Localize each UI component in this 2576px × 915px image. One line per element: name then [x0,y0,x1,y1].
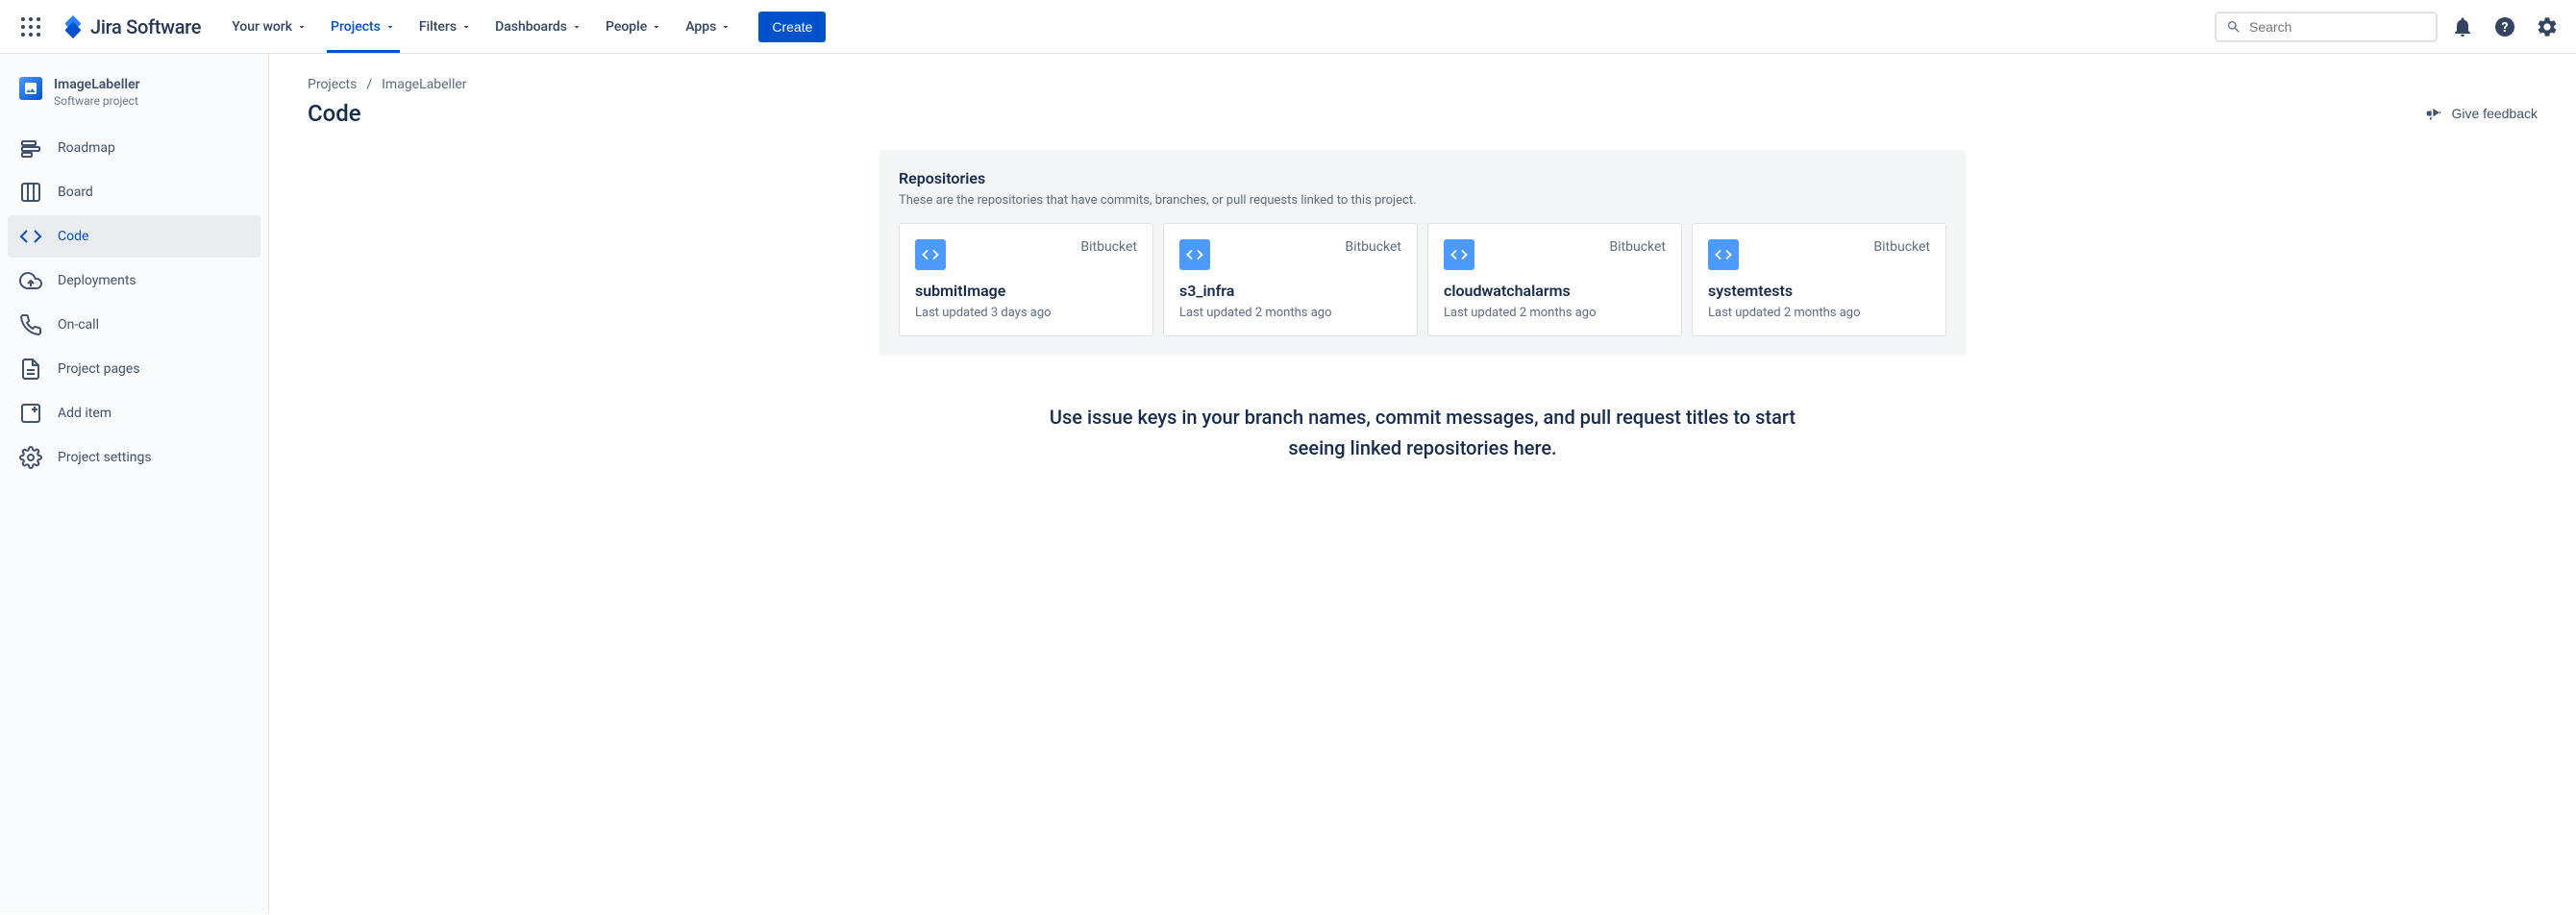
nav-projects[interactable]: Projects [319,0,408,53]
chevron-down-icon [651,21,662,33]
nav-items: Your work Projects Filters Dashboards Pe… [220,0,826,53]
sidebar-item-label: Board [58,185,93,200]
search-box[interactable] [2215,12,2438,42]
jira-logo-icon [62,15,85,38]
repo-name: s3_infra [1179,282,1401,300]
create-button[interactable]: Create [758,12,826,42]
sidebar-item-deployments[interactable]: Deployments [8,260,260,302]
search-input[interactable] [2249,19,2426,35]
search-icon [2226,19,2242,35]
page-header: Code Give feedback [308,100,2538,127]
sidebar-item-board[interactable]: Board [8,171,260,213]
repo-card-header: Bitbucket [1708,239,1930,270]
help-icon[interactable]: ? [2488,10,2522,44]
repo-card-header: Bitbucket [1179,239,1401,270]
breadcrumb-separator: / [366,77,372,92]
app-switcher-icon[interactable] [12,8,50,46]
sidebar-item-label: Project settings [58,450,152,465]
repo-updated: Last updated 2 months ago [1444,306,1666,320]
sidebar-item-label: Code [58,229,88,244]
sidebar-item-oncall[interactable]: On-call [8,304,260,346]
jira-logo-text: Jira Software [90,15,201,38]
sidebar-item-code[interactable]: Code [8,215,260,258]
breadcrumb-current[interactable]: ImageLabeller [382,77,466,92]
project-info: ImageLabeller Software project [54,77,140,108]
feedback-label: Give feedback [2452,106,2539,121]
repo-name: cloudwatchalarms [1444,282,1666,300]
settings-icon [19,446,42,469]
sidebar-item-label: Project pages [58,361,140,377]
info-text: Use issue keys in your branch names, com… [1028,402,1817,463]
project-header: ImageLabeller Software project [8,77,260,127]
settings-icon[interactable] [2530,10,2564,44]
nav-right: ? [2215,10,2564,44]
repo-card-header: Bitbucket [1444,239,1666,270]
oncall-icon [19,313,42,336]
repo-source: Bitbucket [1080,239,1137,255]
deployments-icon [19,269,42,292]
repo-updated: Last updated 2 months ago [1708,306,1930,320]
nav-apps[interactable]: Apps [674,0,743,53]
chevron-down-icon [296,21,308,33]
code-icon [1708,239,1739,270]
board-icon [19,181,42,204]
repositories-grid: Bitbucket submitImage Last updated 3 day… [899,223,1946,336]
project-name: ImageLabeller [54,77,140,92]
code-icon [1444,239,1474,270]
repo-card[interactable]: Bitbucket s3_infra Last updated 2 months… [1163,223,1418,336]
roadmap-icon [19,136,42,160]
chevron-down-icon [384,21,396,33]
sidebar-item-roadmap[interactable]: Roadmap [8,127,260,169]
megaphone-icon [2425,104,2444,123]
top-navigation: Jira Software Your work Projects Filters… [0,0,2576,54]
notifications-icon[interactable] [2445,10,2480,44]
sidebar-item-project-settings[interactable]: Project settings [8,436,260,479]
repositories-title: Repositories [899,169,1946,187]
add-item-icon [19,402,42,425]
sidebar-item-label: Roadmap [58,140,115,156]
repo-source: Bitbucket [1345,239,1401,255]
repo-source: Bitbucket [1873,239,1930,255]
sidebar-nav: Roadmap Board Code Deployments On-call P… [8,127,260,479]
nav-your-work[interactable]: Your work [220,0,319,53]
repo-name: submitImage [915,282,1137,300]
sidebar: ImageLabeller Software project Roadmap B… [0,54,269,914]
main-content: Projects / ImageLabeller Code Give feedb… [269,54,2576,914]
project-type: Software project [54,94,140,108]
repo-card[interactable]: Bitbucket systemtests Last updated 2 mon… [1692,223,1946,336]
project-avatar-icon [19,77,42,100]
nav-people[interactable]: People [594,0,674,53]
repo-card[interactable]: Bitbucket cloudwatchalarms Last updated … [1427,223,1682,336]
repo-name: systemtests [1708,282,1930,300]
repositories-description: These are the repositories that have com… [899,193,1946,208]
repo-updated: Last updated 3 days ago [915,306,1137,320]
repo-source: Bitbucket [1609,239,1666,255]
code-icon [915,239,946,270]
give-feedback-button[interactable]: Give feedback [2425,104,2539,123]
layout: ImageLabeller Software project Roadmap B… [0,54,2576,914]
sidebar-item-label: Add item [58,406,111,421]
page-title: Code [308,100,361,127]
sidebar-item-add-item[interactable]: Add item [8,392,260,434]
sidebar-item-label: Deployments [58,273,136,288]
repo-card[interactable]: Bitbucket submitImage Last updated 3 day… [899,223,1153,336]
project-pages-icon [19,358,42,381]
svg-text:?: ? [2502,20,2509,36]
breadcrumb: Projects / ImageLabeller [308,77,2538,92]
sidebar-item-project-pages[interactable]: Project pages [8,348,260,390]
nav-filters[interactable]: Filters [408,0,483,53]
code-icon [19,225,42,248]
chevron-down-icon [571,21,582,33]
breadcrumb-projects[interactable]: Projects [308,77,357,92]
repo-updated: Last updated 2 months ago [1179,306,1401,320]
sidebar-item-label: On-call [58,317,99,333]
code-icon [1179,239,1210,270]
jira-logo[interactable]: Jira Software [54,15,209,38]
repositories-panel: Repositories These are the repositories … [879,150,1966,356]
nav-dashboards[interactable]: Dashboards [483,0,594,53]
repo-card-header: Bitbucket [915,239,1137,270]
chevron-down-icon [460,21,472,33]
chevron-down-icon [720,21,731,33]
